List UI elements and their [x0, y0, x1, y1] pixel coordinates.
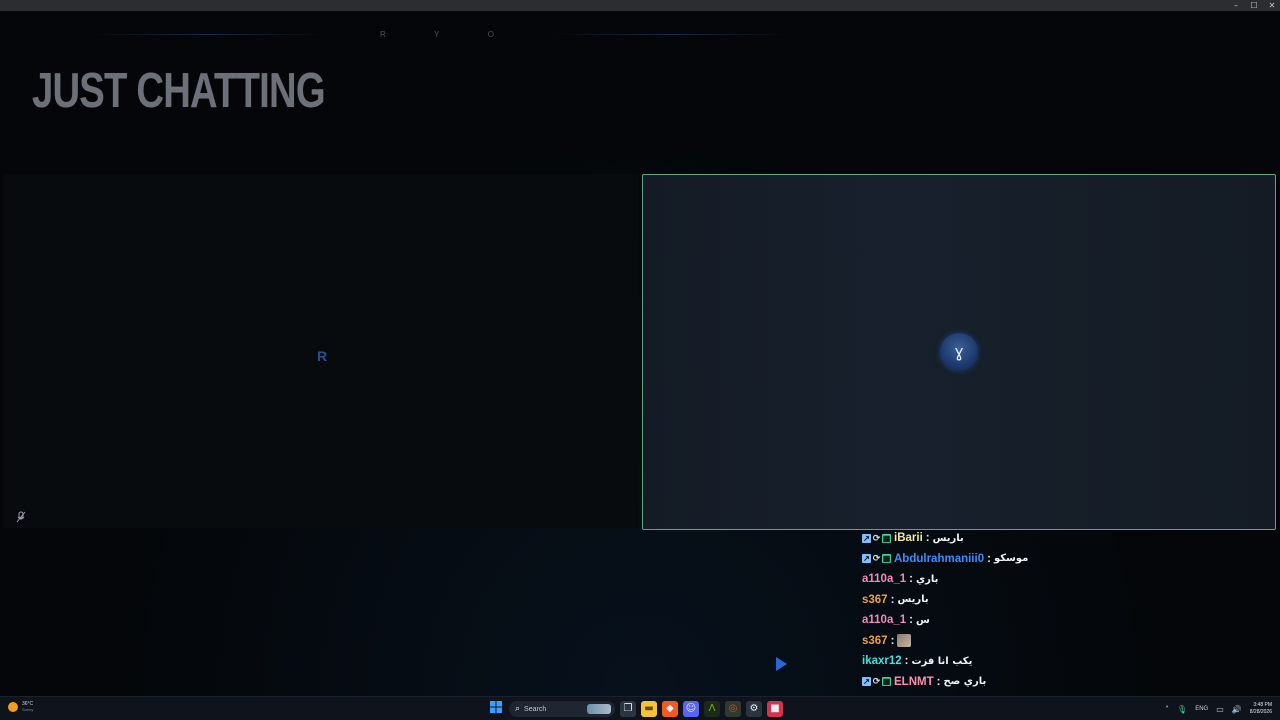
system-tray: ˄ 🎙 ENG ▭ 🔊 3:48 PM 8/28/2026: [1165, 700, 1272, 718]
chat-separator: :: [890, 593, 895, 606]
search-highlight-image: [587, 704, 611, 714]
brave-browser-icon[interactable]: ◆: [662, 701, 678, 717]
chat-message: ↗ ⟳ ▦ ELNMT: باري صح: [862, 672, 1162, 693]
chat-badges: ↗ ⟳ ▦: [862, 676, 891, 687]
chat-separator: :: [890, 634, 895, 647]
microphone-icon[interactable]: 🎙: [1177, 705, 1187, 714]
chat-separator: :: [936, 675, 941, 688]
chat-message: s367: باريس: [862, 590, 1162, 611]
decor-line-right: [550, 34, 790, 35]
chat-separator: :: [909, 573, 913, 586]
chat-text: باري صح: [943, 676, 987, 688]
chat-message: a110a_1: س: [862, 610, 1162, 631]
taskbar-apps: ⌕ Search ❐ ▬ ◆ ☺ Λ ◎ ⚙ ■: [488, 700, 783, 718]
chrome-icon[interactable]: ◎: [725, 701, 741, 717]
chat-badges: ↗ ⟳ ▦: [862, 532, 891, 543]
play-arrow-icon: [776, 657, 787, 671]
chat-username[interactable]: s367: [862, 594, 888, 606]
decor-line-left: [90, 34, 325, 35]
chat-badges: ↗ ⟳ ▦: [862, 553, 891, 564]
category-title: JUST CHATTING: [32, 64, 326, 118]
link-badge-icon: ⟳: [872, 532, 881, 543]
sun-icon: [8, 701, 18, 712]
chat-separator: :: [904, 655, 909, 668]
clock-date: 8/28/2026: [1249, 709, 1272, 715]
chat-message: a110a_1: باري: [862, 569, 1162, 590]
chat-username[interactable]: s367: [862, 635, 888, 647]
weather-widget[interactable]: 36°C Sunny: [8, 701, 33, 712]
clock-time: 3:48 PM: [1253, 702, 1272, 708]
chat-username[interactable]: ELNMT: [894, 676, 934, 688]
weather-condition: Sunny: [22, 707, 34, 712]
chat-username[interactable]: a110a_1: [862, 573, 906, 585]
volume-icon[interactable]: 🔊: [1232, 705, 1242, 714]
chat-username[interactable]: ikaxr12: [862, 655, 902, 667]
moderator-badge-icon: ↗: [862, 554, 871, 564]
language-indicator[interactable]: ENG: [1195, 706, 1208, 712]
chat-separator: :: [925, 532, 930, 545]
chat-username[interactable]: a110a_1: [862, 614, 906, 626]
header-letters: R Y O: [380, 30, 495, 39]
chat-separator: :: [987, 552, 991, 565]
windows-start-icon[interactable]: [488, 701, 504, 717]
moderator-badge-icon: ↗: [862, 533, 871, 543]
chat-username[interactable]: Abdulrahmaniii0: [894, 553, 984, 565]
chat-text: باريس: [932, 532, 964, 544]
link-badge-icon: ⟳: [872, 553, 881, 564]
chat-message: s367:: [862, 631, 1162, 652]
header-letter: O: [487, 30, 495, 39]
search-placeholder: Search: [524, 705, 547, 713]
recording-app-icon[interactable]: ■: [767, 701, 783, 717]
chat-text: موسكو: [993, 553, 1029, 565]
minimize-button[interactable]: –: [1232, 1, 1240, 10]
channel-logo-icon: R: [316, 348, 328, 364]
chat-text: باري: [915, 573, 939, 585]
window-titlebar: – ☐ ✕: [0, 0, 1280, 11]
chat-text: يكب انا فزت: [911, 655, 973, 667]
close-button[interactable]: ✕: [1268, 1, 1276, 10]
chat-emote-icon: [897, 634, 912, 648]
chat-message: ↗ ⟳ ▦ iBarii: باريس: [862, 528, 1162, 549]
chat-message: ikaxr12: يكب انا فزت: [862, 651, 1162, 672]
file-explorer-icon[interactable]: ▬: [641, 701, 657, 717]
right-camera-panel: ɣ: [642, 174, 1276, 530]
subscriber-badge-icon: ▦: [882, 677, 891, 687]
taskbar-search[interactable]: ⌕ Search: [509, 701, 615, 717]
nvidia-app-icon[interactable]: Λ: [704, 701, 720, 717]
moderator-badge-icon: ↗: [862, 677, 871, 687]
chevron-up-icon[interactable]: ˄: [1165, 705, 1169, 714]
chat-text: باريس: [897, 594, 929, 606]
header-letter: Y: [434, 30, 441, 39]
link-badge-icon: ⟳: [872, 676, 881, 687]
subscriber-badge-icon: ▦: [882, 533, 891, 543]
chat-text: س: [915, 614, 930, 626]
left-camera-panel: R: [3, 174, 639, 528]
muted-mic-icon: [15, 511, 27, 523]
subscriber-badge-icon: ▦: [882, 554, 891, 564]
header-letter: R: [380, 30, 387, 39]
task-view-icon[interactable]: ❐: [620, 701, 636, 717]
chat-overlay: ↗ ⟳ ▦ iBarii: باريس ↗ ⟳ ▦ Abdulrahmaniii0: موسكو a…: [862, 528, 1162, 692]
network-icon[interactable]: ▭: [1216, 705, 1224, 714]
taskbar: 36°C Sunny ⌕ Search ❐ ▬ ◆ ☺ Λ ◎ ⚙ ■ ˄ 🎙 …: [0, 696, 1280, 720]
clock[interactable]: 3:48 PM 8/28/2026: [1250, 702, 1272, 716]
discord-icon[interactable]: ☺: [683, 701, 699, 717]
chat-separator: :: [909, 614, 913, 627]
chat-message: ↗ ⟳ ▦ Abdulrahmaniii0: موسكو: [862, 549, 1162, 570]
maximize-button[interactable]: ☐: [1250, 1, 1258, 10]
settings-gear-icon[interactable]: ⚙: [746, 701, 762, 717]
loading-spinner-icon: ɣ: [940, 333, 978, 371]
chat-username[interactable]: iBarii: [894, 532, 923, 544]
search-icon: ⌕: [515, 704, 521, 714]
window-controls: – ☐ ✕: [1232, 0, 1276, 11]
